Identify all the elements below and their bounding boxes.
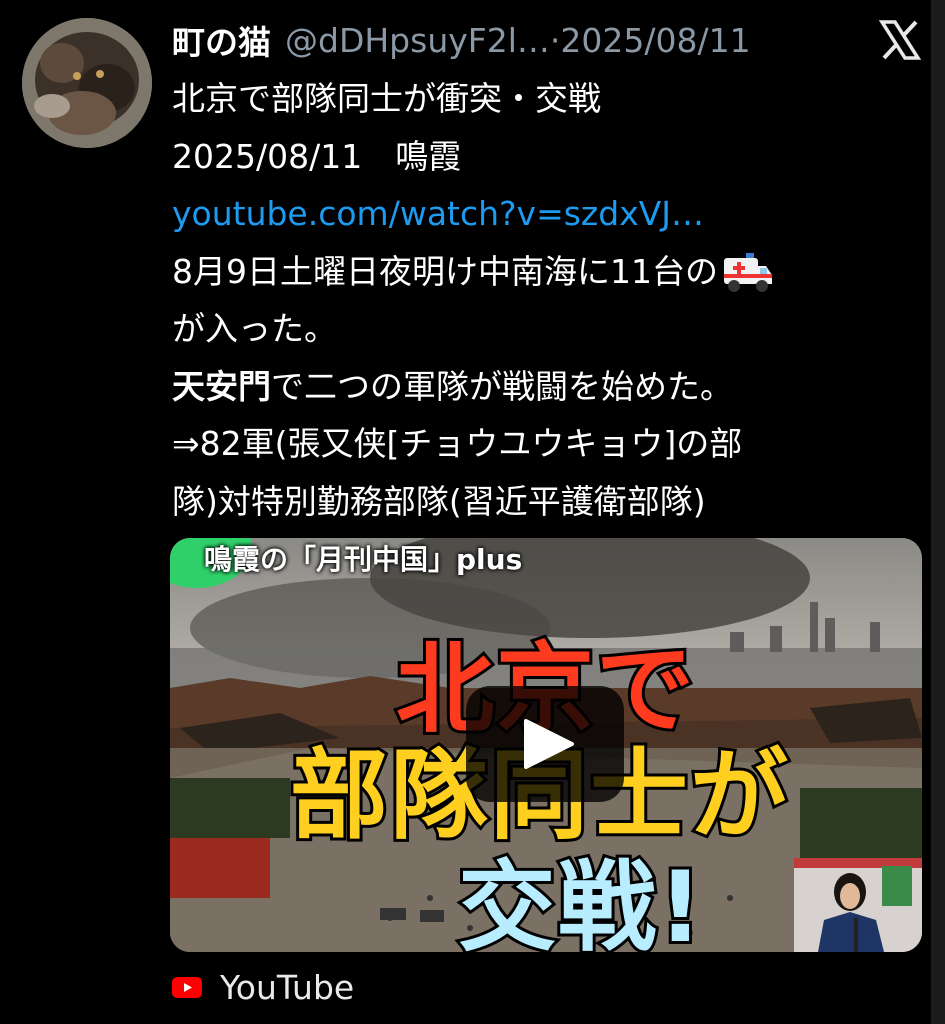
text-line: で二つの軍隊が戦闘を始めた。	[271, 366, 733, 406]
separator: ·	[549, 20, 561, 60]
ambulance-icon	[723, 253, 772, 292]
presenter-inset	[794, 858, 922, 952]
right-edge	[931, 0, 945, 1024]
headline-line-3: 交戦!	[455, 848, 706, 952]
text-line: 北京で部隊同士が衝突・交戦	[172, 79, 601, 118]
bold-text: 天安門	[172, 366, 271, 406]
text-line: 隊)対特別勤務部隊(習近平護衛部隊)	[172, 481, 706, 521]
x-logo-icon[interactable]	[878, 18, 922, 62]
source-label: YouTube	[220, 967, 355, 1007]
text-line: 2025/08/11 鳴霞	[172, 136, 462, 176]
post-date[interactable]: 2025/08/11	[560, 21, 750, 60]
channel-brand: 鳴霞の「月刊中国」plus	[204, 543, 523, 576]
author-name[interactable]: 町の猫	[172, 16, 271, 64]
youtube-link[interactable]: youtube.com/watch?v=szdxVJ…	[172, 194, 704, 233]
tweet-text: 北京で部隊同士が衝突・交戦 2025/08/11 鳴霞 youtube.com/…	[172, 70, 912, 530]
presenter-image	[794, 858, 922, 952]
tweet-header: 町の猫 @dDHpsuyF2l… · 2025/08/11	[172, 14, 872, 66]
play-icon	[524, 719, 574, 769]
text-line: が入った。	[172, 309, 337, 348]
avatar-cat-image	[22, 18, 152, 148]
text-line: 8月9日土曜日夜明け中南海に11台の	[172, 251, 718, 291]
avatar[interactable]	[22, 18, 152, 148]
play-button[interactable]	[466, 686, 624, 802]
author-handle[interactable]: @dDHpsuyF2l…	[285, 21, 550, 60]
text-line: ⇒82軍(張又侠[チョウユウキョウ]の部	[172, 424, 743, 463]
card-source[interactable]: YouTube	[172, 965, 354, 1009]
youtube-card[interactable]: 鳴霞の「月刊中国」plus 北京で 部隊同士が 交戦!	[170, 538, 922, 952]
youtube-icon	[172, 976, 202, 998]
